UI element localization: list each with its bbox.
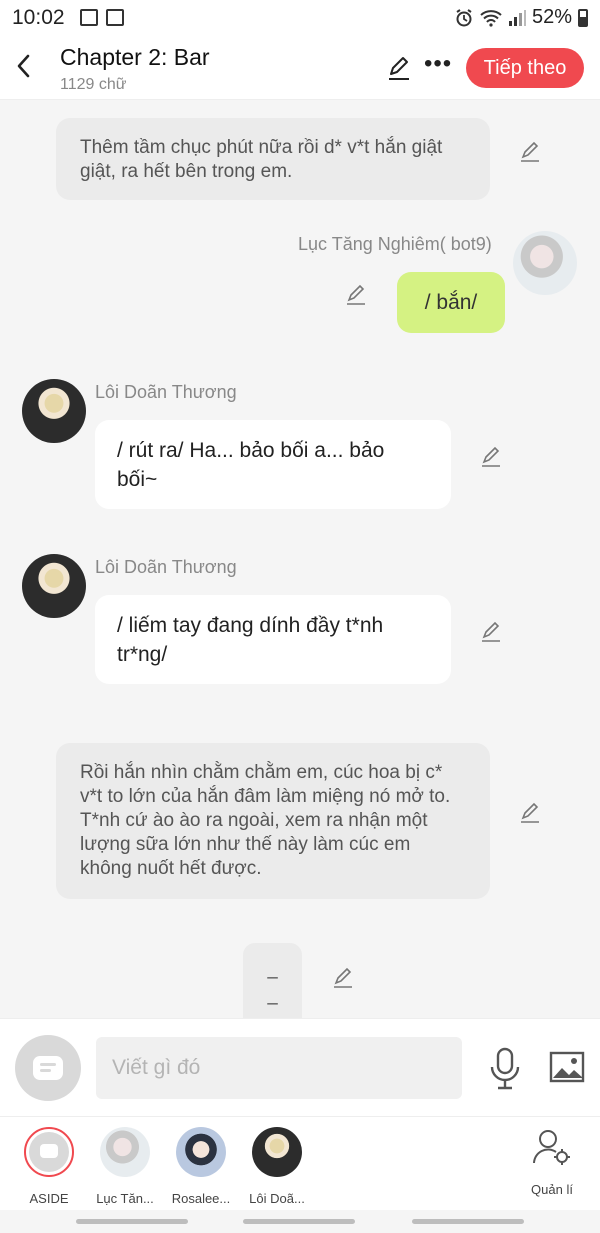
character-label: Rosalee...: [171, 1191, 231, 1206]
user-settings-icon: [533, 1130, 570, 1165]
aside-icon: [24, 1127, 74, 1177]
back-arrow-icon[interactable]: [14, 52, 34, 80]
chapter-header: Chapter 2: Bar 1129 chữ ••• Tiếp theo: [0, 36, 600, 100]
user-avatar[interactable]: [513, 231, 577, 295]
chat-area[interactable]: Thêm tầm chục phút nữa rồi d* v*t hắn gi…: [0, 100, 600, 1018]
edit-pen-icon[interactable]: [385, 54, 413, 82]
message-input-bar: [0, 1018, 600, 1116]
signal-icon: [508, 9, 526, 26]
wifi-icon: [480, 9, 502, 27]
narration-message[interactable]: Thêm tầm chục phút nữa rồi d* v*t hắn gi…: [56, 118, 490, 200]
nav-handle[interactable]: [412, 1219, 524, 1224]
message-input[interactable]: [96, 1037, 462, 1099]
battery-percent: 52%: [531, 6, 572, 28]
character-rosalee[interactable]: Rosalee...: [166, 1127, 236, 1206]
dash-line: –: [267, 993, 278, 1014]
manage-characters-button[interactable]: Quản lí: [517, 1127, 587, 1197]
character-aside[interactable]: ASIDE: [14, 1127, 84, 1206]
status-bar: 10:02 52%: [0, 0, 600, 36]
character-message-bubble[interactable]: / liếm tay đang dính đầy t*nh tr*ng/: [95, 595, 451, 684]
status-time: 10:02: [12, 6, 65, 29]
word-count: 1129 chữ: [60, 76, 127, 93]
system-nav-bar: [0, 1210, 600, 1233]
aside-chat-button[interactable]: [15, 1035, 81, 1101]
character-loi-doan[interactable]: Lôi Doã...: [242, 1127, 312, 1206]
gallery-notification-icon: [80, 9, 98, 26]
narration-message[interactable]: – –: [243, 943, 302, 1018]
dash-line: –: [267, 967, 278, 988]
character-label: Lôi Doã...: [249, 1191, 305, 1206]
character-avatar: [100, 1127, 150, 1177]
character-luc-tang[interactable]: Lục Tăn...: [90, 1127, 160, 1206]
character-avatar: [176, 1127, 226, 1177]
edit-message-icon[interactable]: [518, 140, 542, 164]
battery-icon: [578, 8, 588, 27]
character-avatar[interactable]: [22, 554, 86, 618]
character-label: Lục Tăn...: [96, 1191, 154, 1206]
narration-message[interactable]: Rồi hắn nhìn chằm chằm em, cúc hoa bị c*…: [56, 743, 490, 899]
nav-handle[interactable]: [243, 1219, 355, 1224]
app-notification-icon: [106, 9, 124, 26]
user-name: Lục Tăng Nghiêm( bot9): [298, 234, 492, 254]
more-options-icon[interactable]: •••: [424, 50, 452, 78]
edit-message-icon[interactable]: [479, 620, 503, 644]
character-name: Lôi Doãn Thương: [95, 557, 237, 577]
character-label: ASIDE: [29, 1191, 69, 1206]
next-chapter-button[interactable]: Tiếp theo: [466, 48, 584, 88]
chapter-title: Chapter 2: Bar: [60, 44, 210, 70]
edit-message-icon[interactable]: [344, 283, 368, 307]
edit-message-icon[interactable]: [331, 966, 355, 990]
character-selector: ASIDE Lục Tăn... Rosalee... Lôi Doã... Q…: [0, 1116, 600, 1210]
microphone-icon[interactable]: [488, 1047, 522, 1091]
image-icon[interactable]: [549, 1051, 585, 1083]
chat-bubble-icon: [33, 1056, 63, 1080]
user-message-bubble[interactable]: / bắn/: [397, 272, 505, 333]
edit-message-icon[interactable]: [479, 445, 503, 469]
nav-handle[interactable]: [76, 1219, 188, 1224]
character-message-bubble[interactable]: / rút ra/ Ha... bảo bối a... bảo bối~: [95, 420, 451, 509]
character-name: Lôi Doãn Thương: [95, 382, 237, 402]
character-avatar[interactable]: [22, 379, 86, 443]
manage-label: Quản lí: [531, 1182, 573, 1197]
character-avatar: [252, 1127, 302, 1177]
alarm-icon: [456, 8, 472, 26]
edit-message-icon[interactable]: [518, 801, 542, 825]
